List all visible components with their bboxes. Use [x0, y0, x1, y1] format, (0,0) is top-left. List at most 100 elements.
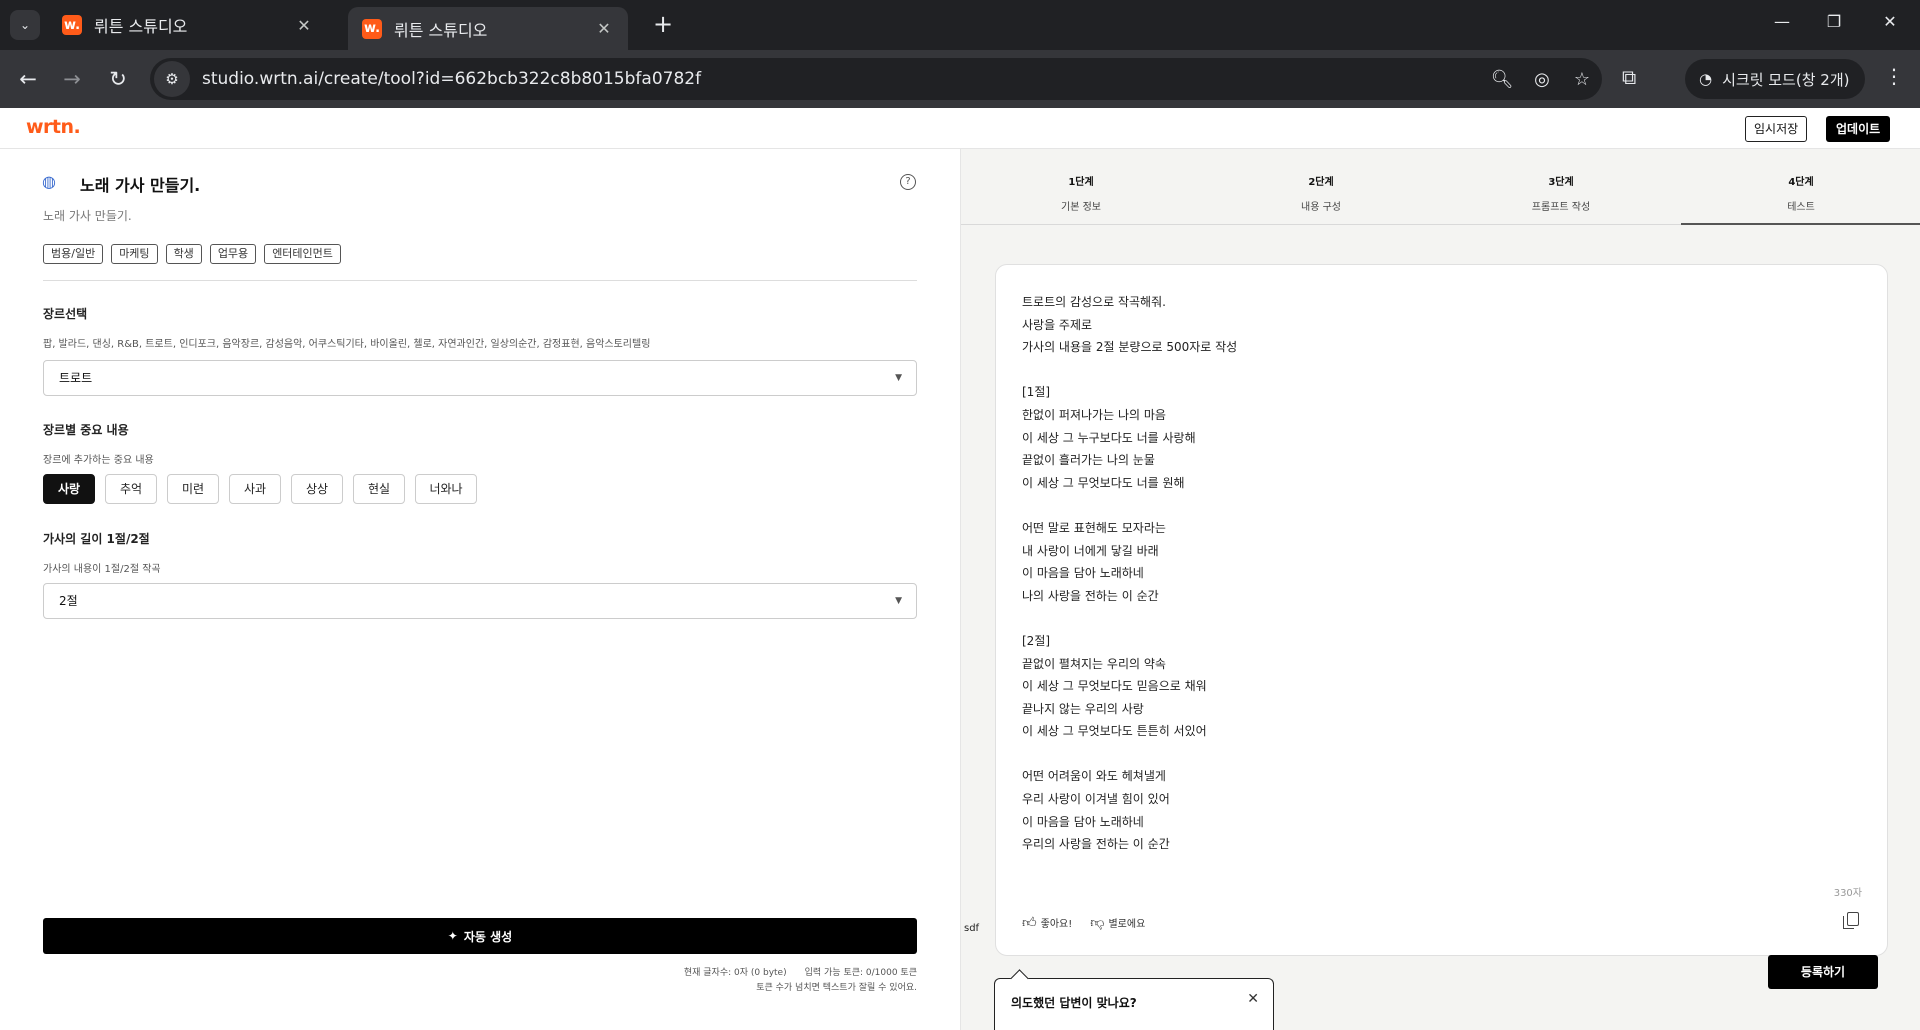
- step-tab-4[interactable]: 4단계 테스트: [1681, 149, 1920, 225]
- back-icon[interactable]: ←: [14, 65, 42, 93]
- chip-option[interactable]: 추억: [105, 474, 157, 504]
- url-text[interactable]: studio.wrtn.ai/create/tool?id=662bcb322c…: [202, 69, 1482, 89]
- char-count-label: 현재 글자수: 0자 (0 byte): [683, 968, 787, 978]
- dislike-label[interactable]: 별로에요: [1108, 915, 1145, 930]
- app-header: wrtn. 임시저장 업데이트: [0, 108, 1920, 149]
- popover-question: 의도했던 답변이 맞나요?: [1011, 996, 1137, 1010]
- step-label: 내용 구성: [1301, 202, 1341, 213]
- tab-title: 뤼튼 스튜디오: [94, 17, 188, 36]
- length-section-subtitle: 가사의 내용이 1절/2절 작곡: [43, 564, 161, 575]
- help-icon[interactable]: ?: [900, 174, 916, 190]
- test-preview-panel: 1단계 기본 정보 2단계 내용 구성 3단계 프롬프트 작성 4단계 테스트 …: [960, 149, 1920, 1030]
- update-button[interactable]: 업데이트: [1826, 116, 1891, 142]
- tool-form-panel: ◍ 노래 가사 만들기. ? 노래 가사 만들기. 범용/일반 마케팅 학생 업…: [0, 149, 960, 1030]
- close-icon[interactable]: ✕: [1247, 991, 1259, 1007]
- step-number: 1단계: [1068, 177, 1094, 188]
- category-tag: 엔터테인먼트: [264, 244, 341, 264]
- tab-search-button[interactable]: ⌄: [10, 10, 40, 40]
- genre-section-subtitle: 팝, 발라드, 댄싱, R&B, 트로트, 인디포크, 음악장르, 감성음악, …: [43, 339, 651, 350]
- extensions-icon[interactable]: ⧉: [1622, 65, 1636, 89]
- result-note: sdf: [964, 923, 980, 934]
- minimize-icon[interactable]: —: [1770, 12, 1794, 31]
- category-tag: 범용/일반: [43, 244, 104, 264]
- feedback-popover: 의도했던 답변이 맞나요? ✕: [994, 978, 1274, 1030]
- tab-title: 뤼튼 스튜디오: [394, 20, 488, 40]
- step-number: 4단계: [1788, 177, 1814, 188]
- forward-icon[interactable]: →: [58, 65, 86, 93]
- wrtn-favicon-icon: w.: [362, 18, 382, 39]
- category-tag: 업무용: [209, 244, 257, 264]
- chip-option[interactable]: 사과: [229, 474, 281, 504]
- globe-icon: ◍: [42, 172, 56, 191]
- thumbs-up-icon[interactable]: 👍︎: [1022, 914, 1037, 931]
- browser-tab-active[interactable]: w. 뤼튼 스튜디오 ✕: [348, 7, 628, 50]
- wrtn-logo[interactable]: wrtn.: [26, 116, 81, 138]
- tool-tags: 범용/일반 마케팅 학생 업무용 엔터테인먼트: [43, 244, 341, 264]
- restore-icon[interactable]: ❐: [1822, 12, 1846, 31]
- eye-off-icon[interactable]: ◎: [1522, 69, 1562, 90]
- step-label: 테스트: [1787, 202, 1815, 213]
- magic-wand-icon: ✦: [447, 929, 458, 943]
- step-tabs: 1단계 기본 정보 2단계 내용 구성 3단계 프롬프트 작성 4단계 테스트: [961, 149, 1920, 225]
- genre-section-title: 장르선택: [43, 307, 88, 321]
- step-label: 프롬프트 작성: [1531, 202, 1591, 213]
- register-button[interactable]: 등록하기: [1768, 955, 1878, 989]
- chip-option-selected[interactable]: 사랑: [43, 474, 95, 504]
- address-bar[interactable]: ⚙ studio.wrtn.ai/create/tool?id=662bcb32…: [150, 58, 1602, 100]
- browser-tab[interactable]: w. 뤼튼 스튜디오 ✕: [48, 7, 328, 43]
- menu-kebab-icon[interactable]: ⋮: [1884, 64, 1904, 88]
- thumbs-down-icon[interactable]: 👎︎: [1090, 914, 1104, 931]
- length-section-title: 가사의 길이 1절/2절: [43, 532, 150, 546]
- tool-description: 노래 가사 만들기.: [43, 209, 132, 223]
- result-card: 트로트의 감성으로 작곡해줘. 사랑을 주제로 가사의 내용을 2절 분량으로 …: [995, 264, 1888, 956]
- chip-option[interactable]: 미련: [167, 474, 219, 504]
- tab-close-icon[interactable]: ✕: [294, 16, 314, 35]
- token-warning: 토큰 수가 넘치면 텍스트가 잘릴 수 있어요.: [756, 983, 917, 993]
- chevron-down-icon: ▼: [895, 373, 902, 383]
- like-label[interactable]: 좋아요!: [1041, 915, 1073, 930]
- genre-select-value: 트로트: [59, 371, 93, 385]
- tab-close-icon[interactable]: ✕: [594, 19, 614, 38]
- step-tab-2[interactable]: 2단계 내용 구성: [1201, 149, 1441, 224]
- feedback-row: 👍︎ 좋아요! 👎︎ 별로에요: [1022, 914, 1145, 931]
- token-count-label: 입력 가능 토큰: 0/1000 토큰: [804, 968, 917, 978]
- token-counter: 현재 글자수: 0자 (0 byte) 입력 가능 토큰: 0/1000 토큰 토…: [684, 966, 917, 996]
- length-select-value: 2절: [59, 594, 78, 608]
- chevron-down-icon: ▼: [895, 596, 902, 606]
- chip-option[interactable]: 너와나: [415, 474, 477, 504]
- generated-lyrics: 트로트의 감성으로 작곡해줘. 사랑을 주제로 가사의 내용을 2절 분량으로 …: [1022, 295, 1238, 852]
- close-window-icon[interactable]: ✕: [1878, 12, 1902, 31]
- keypoint-section-title: 장르별 중요 내용: [43, 423, 129, 437]
- temp-save-button[interactable]: 임시저장: [1745, 116, 1808, 142]
- wrtn-favicon-icon: w.: [62, 15, 82, 35]
- incognito-indicator[interactable]: ◔ 시크릿 모드(창 2개): [1685, 59, 1866, 99]
- keypoint-section-subtitle: 장르에 추가하는 중요 내용: [43, 455, 154, 466]
- step-label: 기본 정보: [1061, 202, 1101, 213]
- auto-generate-label: 자동 생성: [463, 929, 513, 944]
- incognito-icon: ◔: [1699, 70, 1713, 88]
- category-tag: 학생: [165, 244, 202, 264]
- category-tag: 마케팅: [111, 244, 158, 264]
- step-number: 3단계: [1548, 177, 1574, 188]
- browser-tab-bar: ⌄ w. 뤼튼 스튜디오 ✕ w. 뤼튼 스튜디오 ✕ + — ❐ ✕: [0, 0, 1920, 50]
- step-tab-3[interactable]: 3단계 프롬프트 작성: [1441, 149, 1681, 224]
- browser-toolbar: ← → ↻ ⚙ studio.wrtn.ai/create/tool?id=66…: [0, 50, 1920, 108]
- chip-option[interactable]: 현실: [353, 474, 405, 504]
- chip-option[interactable]: 상상: [291, 474, 343, 504]
- incognito-label: 시크릿 모드(창 2개): [1722, 70, 1850, 89]
- divider: [43, 280, 917, 281]
- step-number: 2단계: [1308, 177, 1334, 188]
- zoom-icon[interactable]: 🔍︎: [1482, 69, 1522, 90]
- reload-icon[interactable]: ↻: [104, 65, 132, 93]
- site-info-icon[interactable]: ⚙: [154, 61, 190, 97]
- copy-icon[interactable]: [1843, 912, 1859, 929]
- length-select[interactable]: 2절 ▼: [43, 583, 917, 619]
- new-tab-icon[interactable]: +: [650, 12, 676, 38]
- bookmark-star-icon[interactable]: ☆: [1562, 69, 1602, 90]
- tool-title: 노래 가사 만들기.: [80, 176, 201, 195]
- keypoint-chip-group: 사랑 추억 미련 사과 상상 현실 너와나: [43, 474, 477, 504]
- auto-generate-button[interactable]: ✦ 자동 생성: [43, 918, 917, 954]
- genre-select[interactable]: 트로트 ▼: [43, 360, 917, 396]
- result-char-count: 330자: [1833, 888, 1862, 899]
- step-tab-1[interactable]: 1단계 기본 정보: [961, 149, 1201, 224]
